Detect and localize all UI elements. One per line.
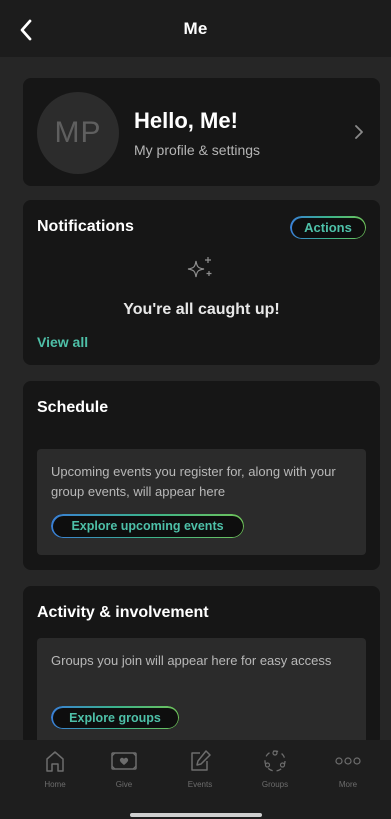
profile-card[interactable]: MP Hello, Me! My profile & settings [23, 78, 380, 186]
schedule-card: Schedule Upcoming events you register fo… [23, 381, 380, 570]
tab-give-label: Give [115, 780, 133, 789]
tab-home[interactable]: Home [16, 740, 94, 800]
give-icon [111, 752, 137, 770]
home-indicator [130, 813, 262, 817]
schedule-empty-state: Upcoming events you register for, along … [37, 449, 366, 555]
notifications-card: Notifications Actions You're all caught … [23, 200, 380, 365]
profile-greeting: Hello, Me! [134, 108, 238, 133]
activity-empty-message: Groups you join will appear here for eas… [51, 653, 332, 668]
schedule-title: Schedule [37, 399, 109, 416]
empty-notifications-message: You're all caught up! [123, 301, 280, 318]
actions-button[interactable]: Actions [290, 216, 366, 239]
home-icon [46, 751, 64, 772]
tab-more[interactable]: More [309, 740, 387, 800]
sparkle-icon [187, 257, 212, 278]
avatar: MP [37, 92, 119, 174]
tab-events[interactable]: Events [161, 740, 239, 800]
tab-events-label: Events [187, 780, 213, 789]
top-nav-bar: Me [0, 0, 391, 57]
events-icon [191, 750, 211, 771]
explore-groups-button[interactable]: Explore groups [51, 706, 179, 729]
tab-groups[interactable]: Groups [236, 740, 314, 800]
back-button[interactable] [14, 18, 38, 42]
tab-give[interactable]: Give [85, 740, 163, 800]
notifications-title: Notifications [37, 218, 134, 235]
activity-card: Activity & involvement Groups you join w… [23, 586, 380, 746]
bottom-tab-bar: Home Give Events Groups More [0, 740, 391, 819]
tab-groups-label: Groups [261, 780, 289, 789]
chevron-left-icon [20, 19, 32, 41]
schedule-empty-message: Upcoming events you register for, along … [51, 464, 336, 499]
activity-title: Activity & involvement [37, 604, 209, 621]
chevron-right-icon [355, 125, 363, 139]
groups-icon [264, 750, 286, 772]
activity-empty-state: Groups you join will appear here for eas… [37, 638, 366, 746]
explore-upcoming-events-button[interactable]: Explore upcoming events [51, 514, 244, 538]
tab-home-label: Home [44, 780, 66, 789]
tab-more-label: More [338, 780, 358, 789]
page-title: Me [183, 18, 208, 38]
more-icon [335, 757, 361, 765]
profile-subtitle: My profile & settings [134, 142, 261, 158]
view-all-link[interactable]: View all [37, 334, 88, 350]
